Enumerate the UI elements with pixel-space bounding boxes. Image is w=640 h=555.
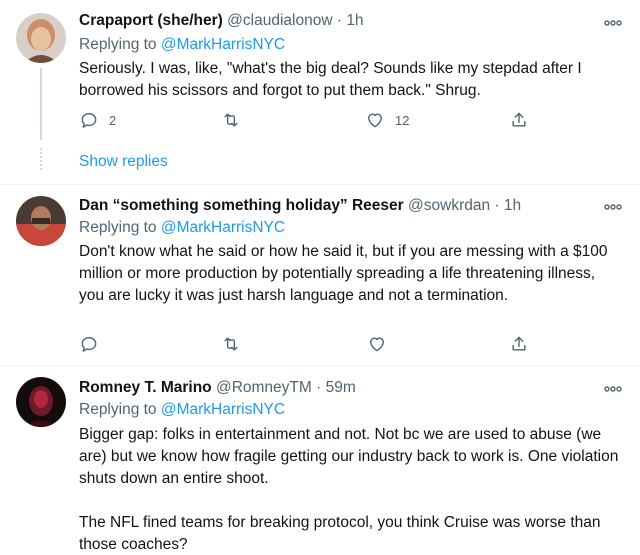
thread-line (40, 68, 42, 140)
tweet-text: Bigger gap: folks in entertainment and n… (79, 426, 619, 553)
replying-prefix: Replying to (79, 401, 161, 418)
handle[interactable]: @RomneyTM (216, 379, 312, 396)
reply-button[interactable] (79, 333, 109, 355)
replying-to: Replying to @MarkHarrisNYC (79, 35, 285, 55)
tweet-text: Don't know what he said or how he said i… (79, 243, 608, 304)
mention-link[interactable]: @MarkHarrisNYC (161, 219, 285, 236)
replying-to: Replying to @MarkHarrisNYC (79, 218, 285, 238)
tweet-text: Seriously. I was, like, "what's the big … (79, 60, 582, 99)
like-icon (370, 337, 384, 352)
action-bar (79, 333, 549, 355)
action-bar: 2 12 (79, 109, 549, 131)
show-replies-link[interactable]: Show replies (79, 153, 168, 171)
like-count: 12 (395, 112, 410, 128)
retweet-icon (224, 113, 238, 127)
reply-button[interactable]: 2 (79, 109, 116, 131)
display-name[interactable]: Crapaport (she/her) (79, 12, 223, 29)
thread-dots (40, 148, 42, 170)
share-button[interactable] (509, 109, 529, 131)
retweet-icon (224, 337, 238, 351)
avatar[interactable] (16, 196, 66, 246)
share-icon (512, 112, 526, 127)
timestamp[interactable]: 59m (326, 379, 356, 396)
handle[interactable]: @sowkrdan (408, 197, 490, 214)
like-button[interactable]: 12 (365, 109, 409, 131)
separator: · (494, 197, 500, 214)
tweet-header: Crapaport (she/her) @claudialonow · 1h (79, 11, 600, 31)
more-icon[interactable] (602, 382, 624, 394)
share-button[interactable] (509, 333, 529, 355)
tweet-3[interactable]: Romney T. Marino @RomneyTM · 59m Replyin… (0, 366, 640, 555)
reply-icon (81, 113, 97, 128)
timestamp[interactable]: 1h (346, 12, 363, 29)
avatar[interactable] (16, 13, 66, 63)
mention-link[interactable]: @MarkHarrisNYC (161, 36, 285, 53)
separator: · (336, 12, 342, 29)
more-icon[interactable] (602, 200, 624, 212)
replying-prefix: Replying to (79, 219, 161, 236)
tweet-header: Romney T. Marino @RomneyTM · 59m (79, 378, 600, 398)
separator: · (316, 379, 322, 396)
retweet-button[interactable] (221, 333, 251, 355)
handle[interactable]: @claudialonow (227, 12, 332, 29)
display-name[interactable]: Dan “something something holiday” Reeser (79, 197, 404, 214)
avatar[interactable] (16, 377, 66, 427)
like-button[interactable] (367, 333, 397, 355)
more-icon[interactable] (602, 16, 624, 28)
share-icon (512, 336, 526, 351)
tweet-2[interactable]: Dan “something something holiday” Reeser… (0, 185, 640, 365)
reply-icon (81, 337, 97, 352)
reply-count: 2 (109, 112, 117, 128)
replying-to: Replying to @MarkHarrisNYC (79, 400, 285, 420)
display-name[interactable]: Romney T. Marino (79, 379, 212, 396)
mention-link[interactable]: @MarkHarrisNYC (161, 401, 285, 418)
tweet-1[interactable]: Crapaport (she/her) @claudialonow · 1h R… (0, 0, 640, 187)
like-icon (368, 113, 382, 128)
replying-prefix: Replying to (79, 36, 161, 53)
retweet-button[interactable] (221, 109, 251, 131)
tweet-header: Dan “something something holiday” Reeser… (79, 196, 600, 216)
timestamp[interactable]: 1h (504, 197, 521, 214)
